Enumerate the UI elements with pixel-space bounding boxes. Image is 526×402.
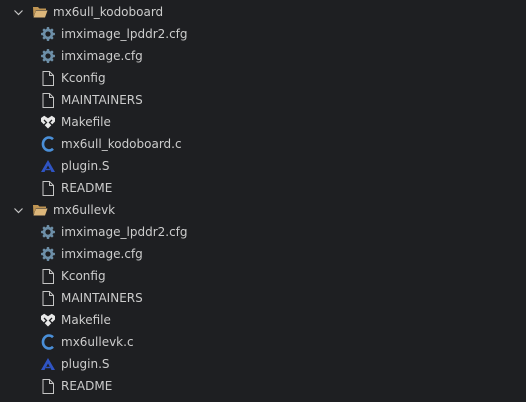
file-icon [40,92,56,108]
file-label: Kconfig [61,71,106,85]
file-row[interactable]: Makefile [0,309,526,331]
file-row[interactable]: plugin.S [0,353,526,375]
file-label: mx6ull_kodoboard.c [61,137,182,151]
file-label: Makefile [61,115,111,129]
file-row[interactable]: Kconfig [0,265,526,287]
c-file-icon [40,334,56,350]
makefile-icon [40,114,56,130]
gear-icon [40,224,56,240]
file-row[interactable]: MAINTAINERS [0,287,526,309]
file-label: README [61,181,113,195]
file-icon [40,268,56,284]
file-label: Kconfig [61,269,106,283]
file-row[interactable]: Kconfig [0,67,526,89]
makefile-icon [40,312,56,328]
file-label: plugin.S [61,357,110,371]
file-label: MAINTAINERS [61,291,143,305]
file-explorer-tree: mx6ull_kodoboard imximage_lpddr2.cfg imx… [0,0,526,402]
folder-open-icon [32,4,48,20]
gear-icon [40,246,56,262]
folder-label: mx6ullevk [53,203,116,217]
file-row[interactable]: mx6ull_kodoboard.c [0,133,526,155]
assembly-icon [40,356,56,372]
file-row[interactable]: README [0,375,526,397]
file-icon [40,180,56,196]
file-row[interactable]: imximage.cfg [0,243,526,265]
file-label: README [61,379,113,393]
c-file-icon [40,136,56,152]
file-label: mx6ullevk.c [61,335,134,349]
file-row[interactable]: imximage_lpddr2.cfg [0,23,526,45]
folder-open-icon [32,202,48,218]
file-row[interactable]: mx6ullevk.c [0,331,526,353]
gear-icon [40,26,56,42]
chevron-down-icon[interactable] [13,7,24,18]
file-row[interactable]: MAINTAINERS [0,89,526,111]
file-row[interactable]: README [0,177,526,199]
file-icon [40,70,56,86]
assembly-icon [40,158,56,174]
file-icon [40,290,56,306]
gear-icon [40,48,56,64]
file-row[interactable]: imximage_lpddr2.cfg [0,221,526,243]
folder-row-mx6ullevk[interactable]: mx6ullevk [0,199,526,221]
file-label: imximage_lpddr2.cfg [61,225,188,239]
file-label: imximage.cfg [61,247,143,261]
file-label: Makefile [61,313,111,327]
file-row[interactable]: plugin.S [0,155,526,177]
file-label: imximage_lpddr2.cfg [61,27,188,41]
file-icon [40,378,56,394]
file-row[interactable]: Makefile [0,111,526,133]
folder-row-mx6ull-kodoboard[interactable]: mx6ull_kodoboard [0,1,526,23]
file-label: imximage.cfg [61,49,143,63]
file-row[interactable]: imximage.cfg [0,45,526,67]
chevron-down-icon[interactable] [13,205,24,216]
folder-label: mx6ull_kodoboard [53,5,164,19]
file-label: MAINTAINERS [61,93,143,107]
file-label: plugin.S [61,159,110,173]
